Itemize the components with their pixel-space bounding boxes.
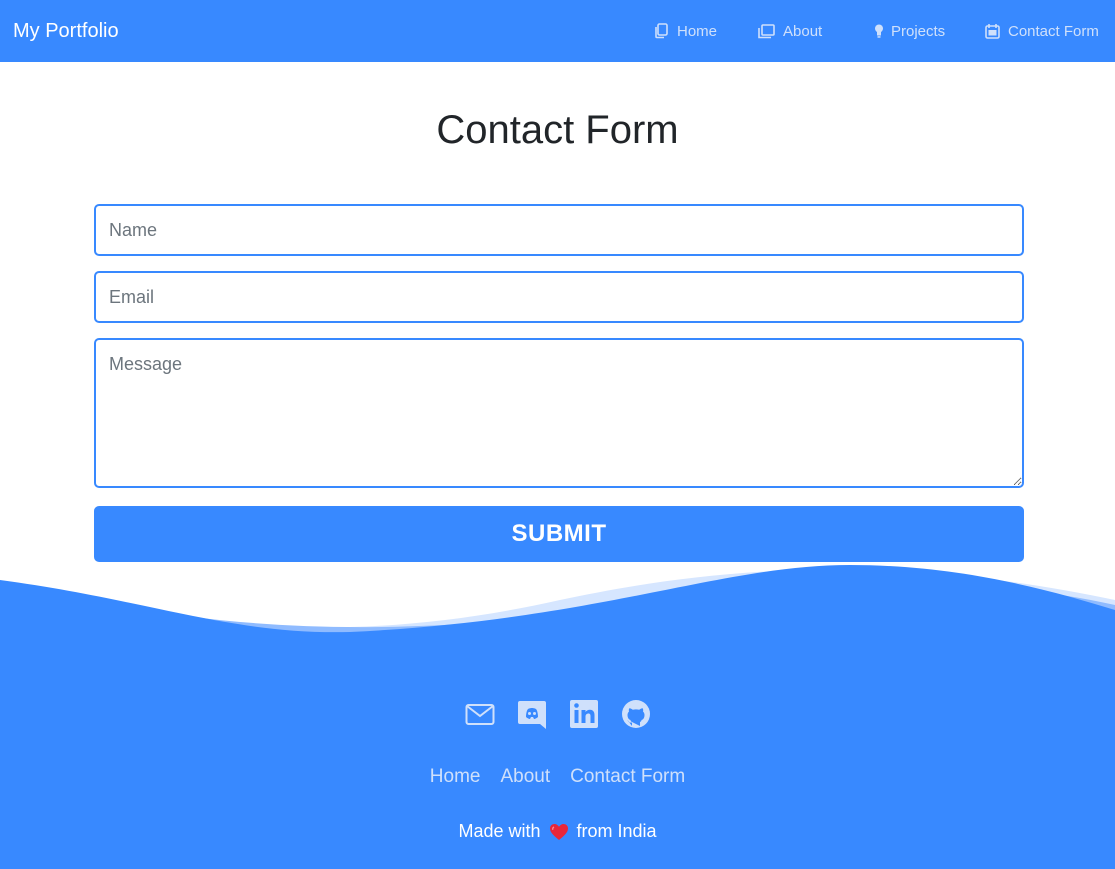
footer: Home About Contact Form Made with from I… (0, 640, 1115, 869)
submit-button[interactable]: SUBMIT (94, 506, 1024, 562)
discord-icon (517, 701, 546, 729)
linkedin-link[interactable] (569, 698, 599, 730)
linkedin-icon (569, 700, 598, 728)
made-suffix: from India (576, 821, 657, 841)
mail-icon (465, 704, 494, 725)
github-icon (621, 700, 650, 728)
nav-item-contact-form[interactable]: Contact Form (985, 20, 1099, 42)
made-with-text: Made with from India (0, 821, 1115, 842)
email-field[interactable] (94, 271, 1024, 323)
navbar: My Portfolio Home About Projects Contact… (0, 0, 1115, 62)
discord-link[interactable] (517, 698, 547, 730)
calendar-icon (985, 24, 1000, 39)
nav-item-label: Projects (891, 22, 946, 40)
nav-item-home[interactable]: Home (654, 20, 717, 42)
footer-links: Home About Contact Form (0, 766, 1115, 788)
footer-link-home[interactable]: Home (430, 766, 481, 788)
mail-link[interactable] (465, 698, 495, 730)
nav-item-label: Home (677, 22, 718, 40)
made-prefix: Made with (458, 821, 541, 841)
name-field[interactable] (94, 204, 1024, 256)
nav-item-projects[interactable]: Projects (873, 20, 945, 42)
page-title: Contact Form (436, 108, 679, 152)
nav-item-about[interactable]: About (758, 20, 822, 42)
footer-link-contact-form[interactable]: Contact Form (570, 766, 685, 788)
github-link[interactable] (621, 698, 651, 730)
nav-item-label: Contact Form (1008, 22, 1099, 40)
pages-icon (758, 23, 775, 38)
brand-link[interactable]: My Portfolio (13, 18, 119, 44)
lightbulb-icon (875, 24, 883, 38)
footer-wave (0, 565, 1115, 650)
copy-icon (655, 23, 668, 39)
social-links (0, 698, 1115, 730)
message-field[interactable] (94, 338, 1024, 488)
heart-icon (549, 823, 568, 840)
footer-link-about[interactable]: About (500, 766, 550, 788)
nav-item-label: About (783, 22, 823, 40)
